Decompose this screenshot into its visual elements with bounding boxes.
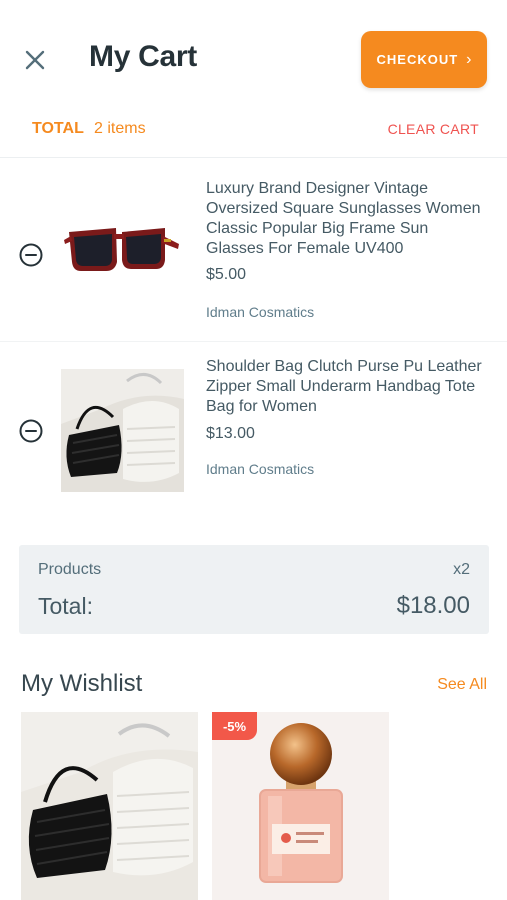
minus-circle-icon xyxy=(19,419,43,443)
store-name: Idman Cosmatics xyxy=(206,461,315,477)
product-image-perfume xyxy=(212,712,389,900)
discount-badge: -5% xyxy=(212,712,257,740)
store-name: Idman Cosmatics xyxy=(206,304,315,320)
see-all-link[interactable]: See All xyxy=(437,676,487,694)
product-image-handbags xyxy=(21,712,198,900)
product-image-sunglasses xyxy=(61,188,184,311)
product-name[interactable]: Shoulder Bag Clutch Purse Pu Leather Zip… xyxy=(206,357,486,417)
product-price: $5.00 xyxy=(206,266,247,283)
total-label: TOTAL xyxy=(32,120,84,137)
product-price: $13.00 xyxy=(206,425,255,442)
item-count: 2 items xyxy=(94,120,146,137)
clear-cart-button[interactable]: CLEAR CART xyxy=(388,121,479,137)
checkout-button[interactable]: CHECKOUT › xyxy=(361,31,487,88)
remove-item-button[interactable] xyxy=(18,418,44,444)
minus-circle-icon xyxy=(19,243,43,267)
chevron-right-icon: › xyxy=(466,50,472,68)
products-quantity: x2 xyxy=(453,561,470,578)
close-button[interactable] xyxy=(20,45,50,75)
order-summary: Products x2 Total: $18.00 xyxy=(19,545,489,634)
cart-item: Luxury Brand Designer Vintage Oversized … xyxy=(0,158,507,342)
wishlist-title: My Wishlist xyxy=(21,670,143,697)
remove-item-button[interactable] xyxy=(18,242,44,268)
cart-total-bar: TOTAL 2 items CLEAR CART xyxy=(0,110,507,158)
wishlist-item[interactable]: -5% xyxy=(212,712,389,900)
page-title: My Cart xyxy=(89,40,197,73)
product-name[interactable]: Luxury Brand Designer Vintage Oversized … xyxy=(206,179,486,259)
total-value: $18.00 xyxy=(396,592,470,619)
cart-item: Shoulder Bag Clutch Purse Pu Leather Zip… xyxy=(0,342,507,514)
close-icon xyxy=(25,50,45,70)
app-header: My Cart CHECKOUT › xyxy=(0,0,507,110)
total-label: Total: xyxy=(38,593,93,619)
checkout-label: CHECKOUT xyxy=(376,52,459,67)
product-image-handbags xyxy=(61,369,184,492)
products-label: Products xyxy=(38,561,102,578)
wishlist-item[interactable] xyxy=(21,712,198,900)
